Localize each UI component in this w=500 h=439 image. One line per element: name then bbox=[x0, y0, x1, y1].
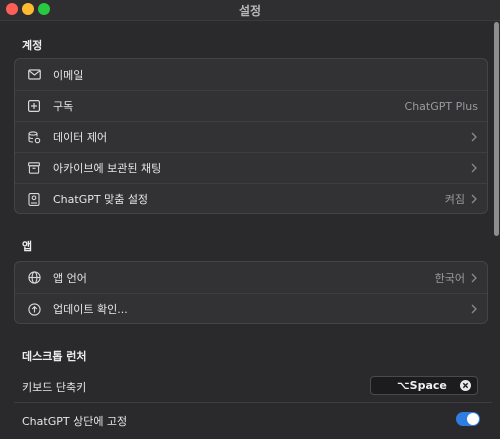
chevron-right-icon bbox=[470, 303, 478, 315]
settings-row-data-controls[interactable]: 데이터 제어 bbox=[15, 121, 487, 152]
settings-row-label: 업데이트 확인... bbox=[53, 303, 128, 316]
chevron-right-icon bbox=[470, 162, 478, 174]
keyboard-shortcut-label: 키보드 단축키 bbox=[22, 381, 87, 394]
scrollbar-thumb[interactable] bbox=[494, 22, 499, 236]
row-divider bbox=[14, 402, 492, 403]
chevron-right-icon bbox=[470, 193, 478, 205]
envelope-icon bbox=[27, 68, 41, 82]
clear-shortcut-icon[interactable] bbox=[460, 380, 471, 391]
arrow-up-circle-icon bbox=[27, 302, 41, 316]
settings-row-label: 앱 언어 bbox=[53, 271, 87, 285]
settings-row-check-updates[interactable]: 업데이트 확인... bbox=[15, 293, 487, 324]
settings-row-label: 이메일 bbox=[53, 68, 84, 82]
settings-row-subscription[interactable]: 구독 ChatGPT Plus bbox=[15, 90, 487, 121]
chevron-right-icon bbox=[470, 272, 478, 284]
section-header-desktop-launcher: 데스크톱 런처 bbox=[22, 350, 87, 363]
title-bar: 설정 bbox=[0, 0, 500, 21]
settings-row-app-language[interactable]: 앱 언어 한국어 bbox=[15, 262, 487, 293]
keyboard-shortcut-field[interactable]: ⌥Space bbox=[370, 376, 478, 395]
database-settings-icon bbox=[27, 130, 41, 144]
settings-row-customize-chatgpt[interactable]: ChatGPT 맞춤 설정 켜짐 bbox=[15, 183, 487, 214]
globe-icon bbox=[27, 271, 41, 285]
window-title: 설정 bbox=[238, 4, 262, 18]
account-group: 이메일 구독 ChatGPT Plus 데이터 제어 아카이브에 보관된 채팅 bbox=[14, 58, 488, 214]
settings-row-label: 데이터 제어 bbox=[53, 131, 108, 144]
chevron-right-icon bbox=[470, 131, 478, 143]
plus-square-icon bbox=[27, 99, 41, 113]
settings-row-archived-chats[interactable]: 아카이브에 보관된 채팅 bbox=[15, 152, 487, 183]
settings-row-email[interactable]: 이메일 bbox=[15, 59, 487, 90]
id-badge-icon bbox=[27, 192, 41, 206]
app-language-value: 한국어 bbox=[434, 271, 465, 285]
toggle-knob bbox=[467, 413, 479, 425]
keyboard-shortcut-row: 키보드 단축키 ⌥Space bbox=[0, 371, 492, 401]
section-header-account: 계정 bbox=[22, 39, 43, 52]
settings-content: 계정 이메일 구독 ChatGPT Plus 데이터 제어 아카이브에 보관된 … bbox=[0, 21, 492, 439]
settings-row-label: 아카이브에 보관된 채팅 bbox=[53, 162, 162, 175]
pin-on-top-toggle[interactable] bbox=[456, 412, 480, 426]
section-header-app: 앱 bbox=[22, 240, 33, 253]
pin-on-top-row: ChatGPT 상단에 고정 bbox=[0, 405, 492, 435]
customize-status-value: 켜짐 bbox=[444, 193, 465, 206]
keyboard-shortcut-value: ⌥Space bbox=[397, 379, 447, 392]
settings-row-label: ChatGPT 맞춤 설정 bbox=[53, 193, 149, 206]
subscription-plan-value: ChatGPT Plus bbox=[404, 99, 478, 113]
app-group: 앱 언어 한국어 업데이트 확인... bbox=[14, 261, 488, 324]
pin-on-top-label: ChatGPT 상단에 고정 bbox=[22, 415, 128, 428]
archive-box-icon bbox=[27, 161, 41, 175]
settings-row-label: 구독 bbox=[53, 100, 74, 113]
